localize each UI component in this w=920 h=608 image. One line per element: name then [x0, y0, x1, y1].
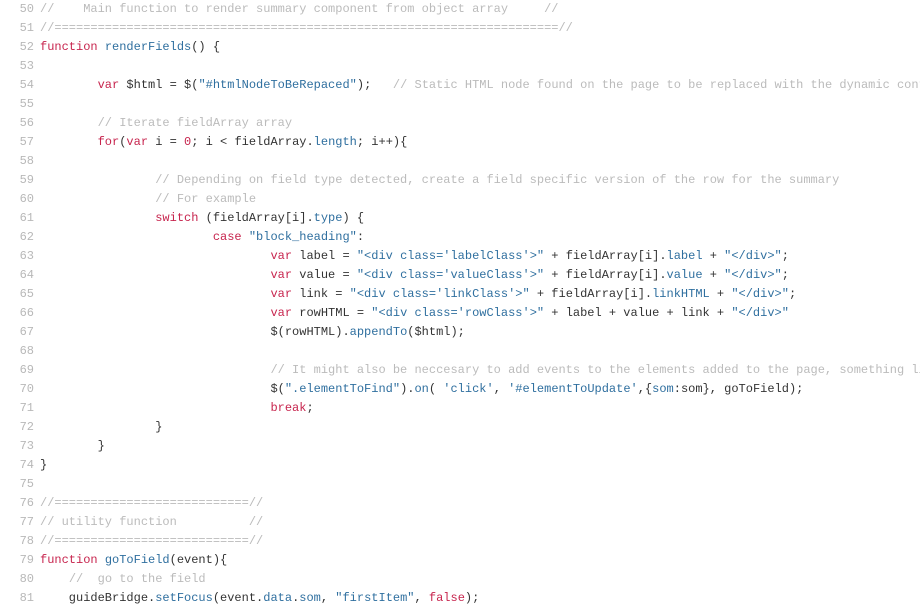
code-line: var label = "<div class='labelClass'>" +… — [40, 247, 920, 266]
code-line: //======================================… — [40, 19, 920, 38]
line-number: 66 — [0, 304, 34, 323]
line-number: 52 — [0, 38, 34, 57]
code-line — [40, 57, 920, 76]
code-line — [40, 342, 920, 361]
line-number-gutter: 5051525354555657585960616263646566676869… — [0, 0, 40, 608]
code-line: guideBridge.setFocus(event.data.som, "fi… — [40, 589, 920, 608]
code-line: // utility function // — [40, 513, 920, 532]
code-editor: 5051525354555657585960616263646566676869… — [0, 0, 920, 608]
code-line: } — [40, 418, 920, 437]
line-number: 64 — [0, 266, 34, 285]
line-number: 67 — [0, 323, 34, 342]
line-number: 81 — [0, 589, 34, 608]
line-number: 51 — [0, 19, 34, 38]
code-content[interactable]: // Main function to render summary compo… — [40, 0, 920, 608]
code-line: // For example — [40, 190, 920, 209]
line-number: 75 — [0, 475, 34, 494]
code-line: //===========================// — [40, 532, 920, 551]
code-line: } — [40, 437, 920, 456]
code-line: //===========================// — [40, 494, 920, 513]
line-number: 69 — [0, 361, 34, 380]
code-line: // go to the field — [40, 570, 920, 589]
code-line: break; — [40, 399, 920, 418]
line-number: 60 — [0, 190, 34, 209]
line-number: 73 — [0, 437, 34, 456]
line-number: 62 — [0, 228, 34, 247]
line-number: 50 — [0, 0, 34, 19]
line-number: 79 — [0, 551, 34, 570]
line-number: 68 — [0, 342, 34, 361]
code-line: case "block_heading": — [40, 228, 920, 247]
line-number: 71 — [0, 399, 34, 418]
line-number: 63 — [0, 247, 34, 266]
line-number: 78 — [0, 532, 34, 551]
code-line: var value = "<div class='valueClass'>" +… — [40, 266, 920, 285]
line-number: 53 — [0, 57, 34, 76]
line-number: 57 — [0, 133, 34, 152]
line-number: 58 — [0, 152, 34, 171]
line-number: 54 — [0, 76, 34, 95]
code-line: $(rowHTML).appendTo($html); — [40, 323, 920, 342]
line-number: 74 — [0, 456, 34, 475]
line-number: 80 — [0, 570, 34, 589]
code-line — [40, 95, 920, 114]
line-number: 61 — [0, 209, 34, 228]
line-number: 72 — [0, 418, 34, 437]
code-line — [40, 152, 920, 171]
line-number: 70 — [0, 380, 34, 399]
code-line: // Depending on field type detected, cre… — [40, 171, 920, 190]
code-line: var $html = $("#htmlNodeToBeRepaced"); /… — [40, 76, 920, 95]
code-line: // Iterate fieldArray array — [40, 114, 920, 133]
code-line: $(".elementToFind").on( 'click', '#eleme… — [40, 380, 920, 399]
line-number: 59 — [0, 171, 34, 190]
line-number: 65 — [0, 285, 34, 304]
line-number: 77 — [0, 513, 34, 532]
line-number: 56 — [0, 114, 34, 133]
line-number: 76 — [0, 494, 34, 513]
code-line: switch (fieldArray[i].type) { — [40, 209, 920, 228]
code-line — [40, 475, 920, 494]
code-line: var link = "<div class='linkClass'>" + f… — [40, 285, 920, 304]
code-line: // Main function to render summary compo… — [40, 0, 920, 19]
code-line: for(var i = 0; i < fieldArray.length; i+… — [40, 133, 920, 152]
code-line: } — [40, 456, 920, 475]
code-line: function renderFields() { — [40, 38, 920, 57]
code-line: var rowHTML = "<div class='rowClass'>" +… — [40, 304, 920, 323]
line-number: 55 — [0, 95, 34, 114]
code-line: function goToField(event){ — [40, 551, 920, 570]
code-line: // It might also be neccesary to add eve… — [40, 361, 920, 380]
